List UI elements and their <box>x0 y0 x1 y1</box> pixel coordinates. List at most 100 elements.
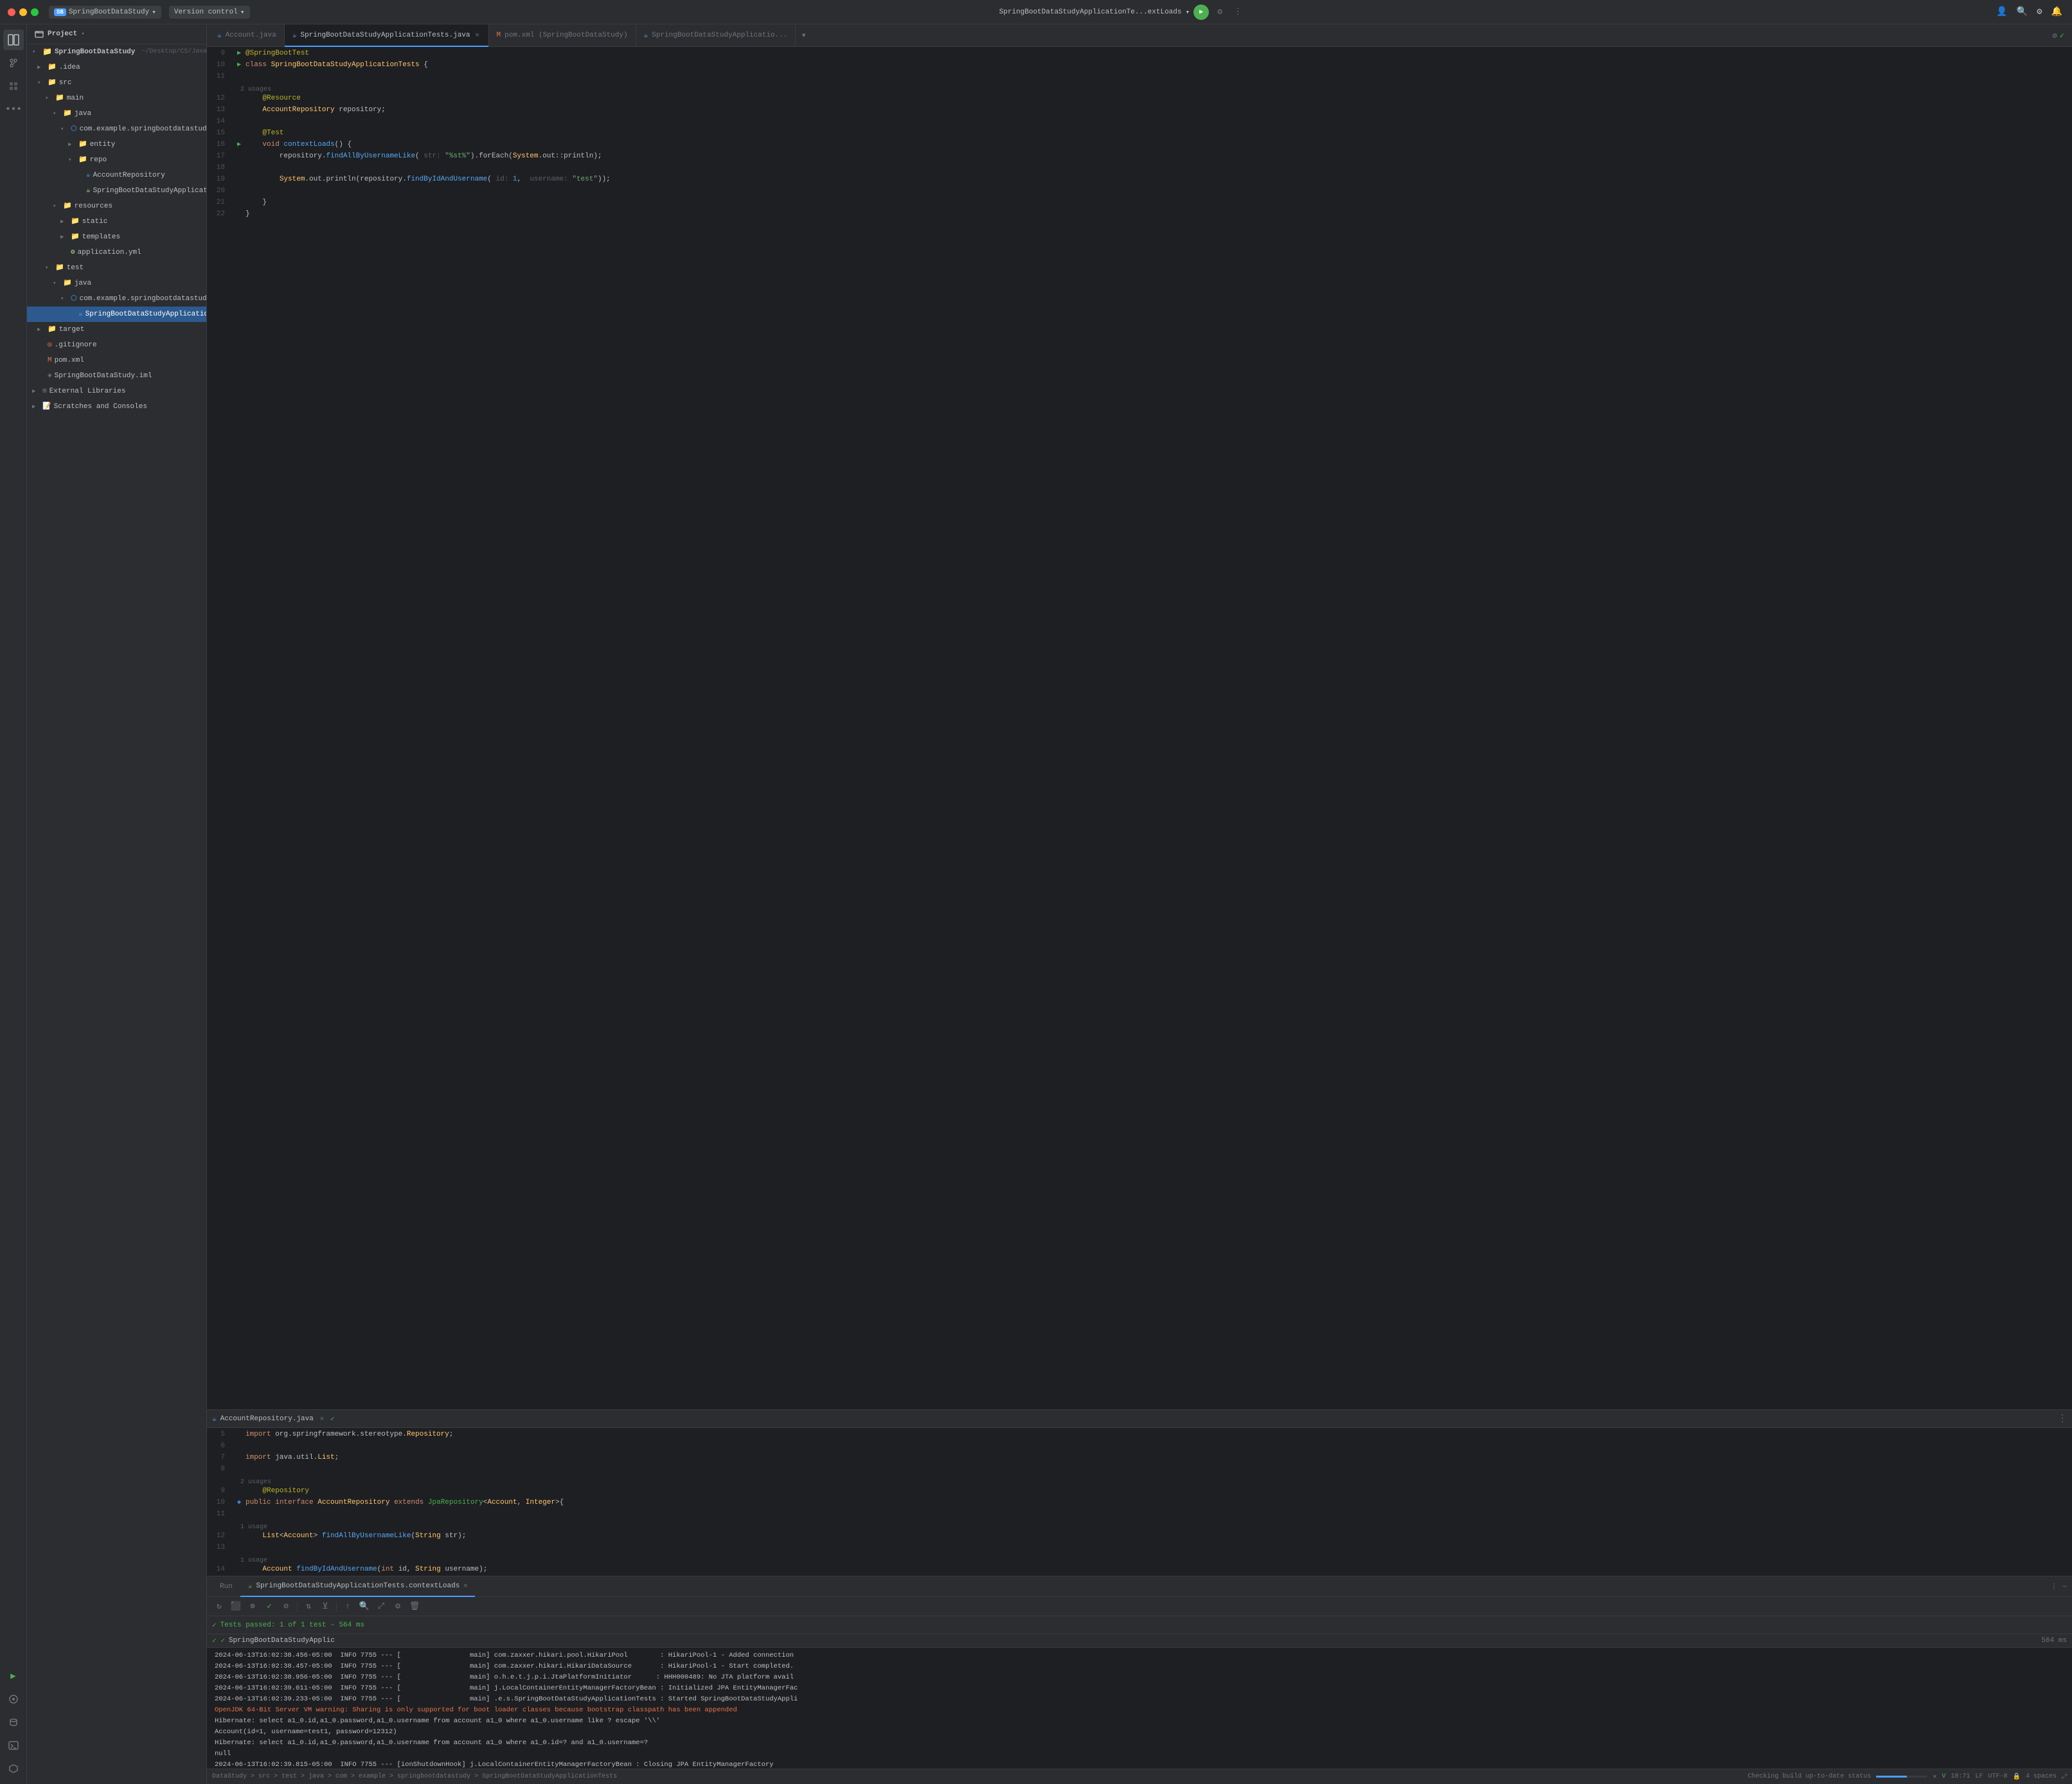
xml-tab-icon: M <box>497 31 501 39</box>
tree-static[interactable]: ▶ 📁 static <box>27 214 206 229</box>
account-icon[interactable]: 👤 <box>1994 4 2009 19</box>
tree-pom[interactable]: M pom.xml <box>27 353 206 368</box>
stop-icon[interactable]: ⬛ <box>229 1600 243 1614</box>
bottom-minimize-icon[interactable]: — <box>2062 1583 2067 1591</box>
version-control-selector[interactable]: Version control ▾ <box>169 6 250 19</box>
close-button[interactable] <box>8 8 15 16</box>
more-run-options[interactable]: ⋮ <box>1231 5 1245 19</box>
console-area[interactable]: 2024-06-13T16:02:38.456-05:00 INFO 7755 … <box>207 1648 2072 1769</box>
tree-target[interactable]: ▶ 📁 target <box>27 322 206 337</box>
bottom-editor-more[interactable]: ⋮ <box>2058 1413 2067 1424</box>
fullscreen-button[interactable] <box>31 8 39 16</box>
checkmark-toolbar-icon[interactable]: ✓ <box>262 1600 276 1614</box>
bottom-tab-close-icon[interactable]: ✕ <box>463 1582 467 1590</box>
tree-java-test[interactable]: ▾ 📁 java <box>27 276 206 291</box>
sidebar-toggle-icon[interactable] <box>3 30 24 50</box>
tree-java-main[interactable]: ▾ 📁 java <box>27 106 206 121</box>
java-tab-icon: ☕ <box>217 31 222 40</box>
traffic-lights <box>8 8 39 16</box>
export-icon[interactable]: ↑ <box>341 1600 355 1614</box>
bottom-editor-content[interactable]: 5 import org.springframework.stereotype.… <box>207 1428 2072 1576</box>
code-line-18: 18 <box>207 164 2072 175</box>
tree-src[interactable]: ▾ 📁 src <box>27 75 206 91</box>
structure-icon[interactable] <box>3 76 24 96</box>
rerun-icon[interactable]: ↻ <box>212 1600 226 1614</box>
status-x-icon[interactable]: ✕ <box>1933 1773 1936 1781</box>
tree-application-yml[interactable]: ⚙ application.yml <box>27 245 206 260</box>
tree-templates[interactable]: ▶ 📁 templates <box>27 229 206 245</box>
tab-app[interactable]: ☕ SpringBootDataStudyApplicatio... <box>636 24 796 47</box>
project-badge: SB <box>54 8 66 16</box>
code-line-22: 22 } <box>207 210 2072 222</box>
git-icon[interactable] <box>3 53 24 73</box>
tab-close-icon[interactable]: ✕ <box>474 30 481 40</box>
search-icon[interactable]: 🔍 <box>2015 4 2030 19</box>
tree-main[interactable]: ▾ 📁 main <box>27 91 206 106</box>
tree-application[interactable]: ☕ SpringBootDataStudyApplication <box>27 183 206 199</box>
yaml-file-icon: ⚙ <box>71 246 75 259</box>
tree-ext-libs[interactable]: ▶ ⊞ External Libraries <box>27 384 206 399</box>
test-node-row: ✓ ✓ SpringBootDataStudyApplic 564 ms <box>207 1634 2072 1648</box>
tree-package-main[interactable]: ▾ ⬡ com.example.springbootdatastudy <box>27 121 206 137</box>
settings-toolbar-icon[interactable]: ⚙ <box>391 1600 405 1614</box>
build-icon[interactable] <box>3 1758 24 1779</box>
trash-icon[interactable]: 🗑 <box>407 1600 422 1614</box>
top-editor-content[interactable]: 9 ▶ @SpringBootTest 10 ▶ class SpringBoo… <box>207 47 2072 1409</box>
tree-gitignore[interactable]: ◎ .gitignore <box>27 337 206 353</box>
test-coverage-icon[interactable]: ⊕ <box>246 1600 260 1614</box>
run-activity-icon[interactable]: ▶ <box>3 1666 24 1686</box>
bottom-more-icon[interactable]: ⋮ <box>2050 1582 2057 1591</box>
tab-pom[interactable]: M pom.xml (SpringBootDataStudy) <box>489 24 636 47</box>
run-button[interactable]: ▶ <box>1193 4 1209 20</box>
bottom-tab-right: ⋮ — <box>2050 1582 2067 1591</box>
usage-hint-1: 2 usages <box>207 84 2072 94</box>
debug-activity-icon[interactable] <box>3 1689 24 1709</box>
search-toolbar-icon[interactable]: 🔍 <box>357 1600 371 1614</box>
bottom-editor-close[interactable]: ✕ <box>320 1415 324 1423</box>
tab-app-tests-label: SpringBootDataStudyApplicationTests.java <box>300 31 470 39</box>
tree-scratches[interactable]: ▶ 📝 Scratches and Consoles <box>27 399 206 415</box>
tree-account-repo[interactable]: ☕ AccountRepository <box>27 168 206 183</box>
test-java-icon: ☕ <box>78 308 83 321</box>
sort-icon[interactable]: ⇅ <box>301 1600 316 1614</box>
run-gutter-10[interactable]: ▶ <box>237 61 241 69</box>
terminal-icon[interactable] <box>3 1735 24 1756</box>
database-icon[interactable] <box>3 1712 24 1733</box>
tab-account[interactable]: ☕ Account.java <box>210 24 285 47</box>
tree-resources[interactable]: ▾ 📁 resources <box>27 199 206 214</box>
run-gutter-16[interactable]: ▶ <box>237 141 241 148</box>
java-tab-icon-2: ☕ <box>292 31 297 40</box>
more-icon[interactable]: ••• <box>3 99 24 120</box>
console-line-5: 2024-06-13T16:02:39.233-05:00 INFO 7755 … <box>215 1694 2064 1705</box>
debug-button[interactable]: ⚙ <box>1213 5 1227 19</box>
b-usage-hint-3: 1 usage <box>207 1555 2072 1565</box>
minimize-button[interactable] <box>19 8 27 16</box>
tree-app-tests[interactable]: ☕ SpringBootDataStudyApplicationTests <box>27 307 206 322</box>
scratches-label: Scratches and Consoles <box>54 400 147 413</box>
bottom-editor-pane: 5 import org.springframework.stereotype.… <box>207 1428 2072 1576</box>
tree-iml[interactable]: ◈ SpringBootDataStudy.iml <box>27 368 206 384</box>
tree-repo[interactable]: ▾ 📁 repo <box>27 152 206 168</box>
expand-status-icon[interactable]: ⤢ <box>2062 1773 2067 1781</box>
cancel-icon[interactable]: ⊘ <box>279 1600 293 1614</box>
filter-icon[interactable]: ⊻ <box>318 1600 332 1614</box>
expand-icon[interactable]: ⤢ <box>374 1600 388 1614</box>
project-selector[interactable]: SB SpringBootDataStudy ▾ <box>49 6 161 19</box>
settings-icon[interactable]: ⚙ <box>2035 4 2044 19</box>
bottom-tab-run[interactable]: Run <box>212 1576 240 1597</box>
tree-entity[interactable]: ▶ 📁 entity <box>27 137 206 152</box>
tree-idea[interactable]: ▶ 📁 .idea <box>27 60 206 75</box>
tab-app-tests[interactable]: ☕ SpringBootDataStudyApplicationTests.ja… <box>285 24 489 47</box>
tabs-overflow[interactable]: ▾ <box>796 28 811 44</box>
tree-root[interactable]: ▾ 📁 SpringBootDataStudy ~/Desktop/CS/Jav… <box>27 44 206 60</box>
code-line-19: 19 System.out.println(repository.findByI… <box>207 175 2072 187</box>
sidebar-title: Project <box>48 30 77 38</box>
test-package-icon: ⬡ <box>71 292 77 305</box>
notification-icon[interactable]: 🔔 <box>2050 4 2064 19</box>
bottom-tab-context-loads[interactable]: ☕ SpringBootDataStudyApplicationTests.co… <box>240 1576 476 1597</box>
tree-test[interactable]: ▾ 📁 test <box>27 260 206 276</box>
b-code-line-8: 8 <box>207 1465 2072 1477</box>
gear-tab-icon: ⚙ <box>2053 31 2057 40</box>
run-gutter-9[interactable]: ▶ <box>237 49 241 57</box>
tree-package-test[interactable]: ▾ ⬡ com.example.springbootdatastudy <box>27 291 206 307</box>
